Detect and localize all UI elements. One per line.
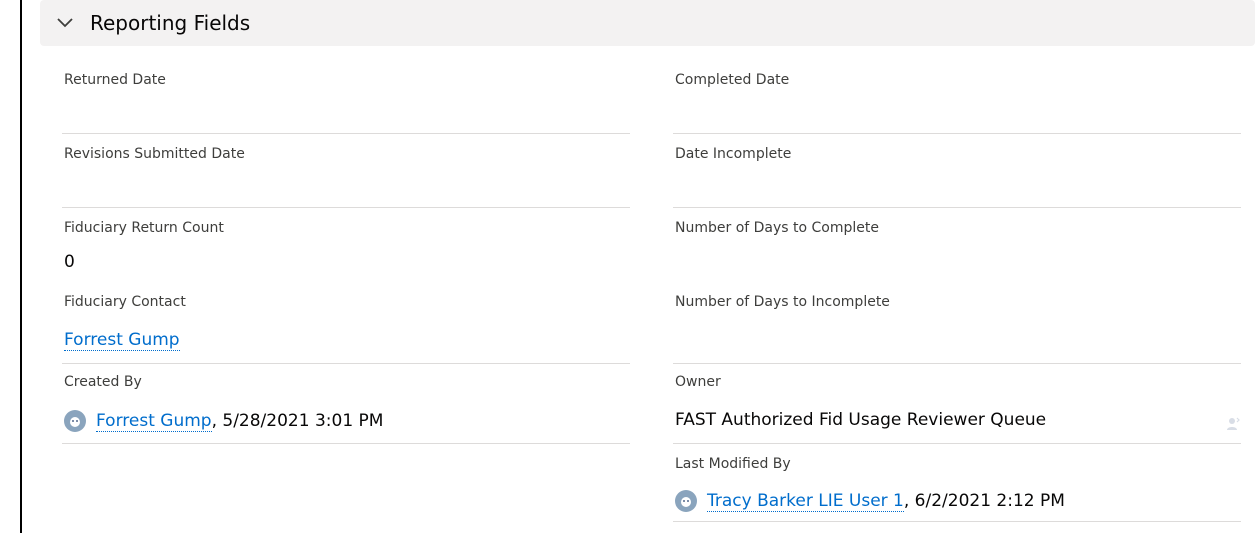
field-label: Number of Days to Incomplete — [675, 294, 890, 310]
field-label: Completed Date — [675, 72, 790, 88]
fiduciary-contact-link[interactable]: Forrest Gump — [64, 330, 180, 351]
field-last-modified-by: Last Modified By Tracy Barker LIE User 1… — [673, 444, 1241, 522]
field-fiduciary-contact: Fiduciary Contact Forrest Gump — [62, 286, 630, 364]
field-label: Owner — [675, 374, 721, 390]
field-label: Revisions Submitted Date — [64, 146, 245, 162]
created-by-user-link[interactable]: Forrest Gump — [96, 411, 212, 432]
avatar — [64, 410, 86, 432]
field-label: Created By — [64, 374, 142, 390]
field-completed-date: Completed Date — [673, 62, 1241, 134]
field-days-to-incomplete: Number of Days to Incomplete — [673, 286, 1241, 364]
field-date-incomplete: Date Incomplete — [673, 134, 1241, 208]
last-modified-by-user-link[interactable]: Tracy Barker LIE User 1 — [707, 491, 904, 512]
field-days-to-complete: Number of Days to Complete — [673, 208, 1241, 286]
section-title: Reporting Fields — [90, 11, 251, 35]
section-header-reporting-fields[interactable]: Reporting Fields — [40, 0, 1255, 46]
chevron-down-icon[interactable] — [54, 12, 76, 34]
field-label: Number of Days to Complete — [675, 220, 879, 236]
field-label: Returned Date — [64, 72, 166, 88]
field-value: 0 — [64, 252, 75, 272]
field-label: Fiduciary Return Count — [64, 220, 224, 236]
window-frame-edge — [20, 0, 22, 533]
field-label: Date Incomplete — [675, 146, 792, 162]
created-by-timestamp: , 5/28/2021 3:01 PM — [211, 411, 384, 431]
field-owner: Owner FAST Authorized Fid Usage Reviewer… — [673, 364, 1241, 444]
change-owner-icon[interactable] — [1225, 416, 1241, 432]
last-modified-by-timestamp: , 6/2/2021 2:12 PM — [903, 491, 1065, 511]
field-returned-date: Returned Date — [62, 62, 630, 134]
field-fiduciary-return-count: Fiduciary Return Count 0 — [62, 208, 630, 286]
field-label: Last Modified By — [675, 456, 791, 472]
avatar — [675, 490, 697, 512]
field-label: Fiduciary Contact — [64, 294, 186, 310]
field-revisions-submitted-date: Revisions Submitted Date — [62, 134, 630, 208]
field-created-by: Created By Forrest Gump , 5/28/2021 3:01… — [62, 364, 630, 444]
field-value: FAST Authorized Fid Usage Reviewer Queue — [675, 410, 1047, 430]
